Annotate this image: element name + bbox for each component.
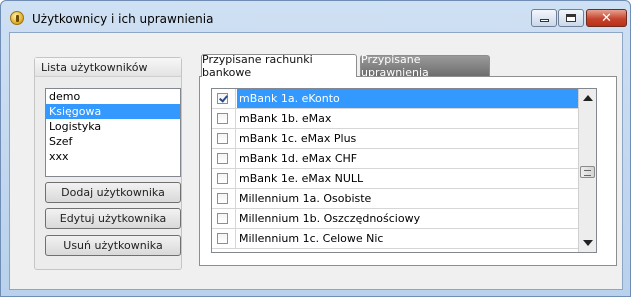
table-row[interactable]: mBank 1d. eMax CHF — [212, 149, 596, 169]
edit-user-button[interactable]: Edytuj użytkownika — [45, 208, 181, 229]
minimize-button[interactable] — [531, 9, 557, 27]
account-checkbox[interactable] — [217, 233, 228, 244]
account-checkbox[interactable] — [217, 193, 228, 204]
account-name: mBank 1d. eMax CHF — [239, 152, 358, 165]
checkbox-cell — [212, 129, 236, 148]
users-group-header: Lista użytkowników — [35, 58, 181, 77]
table-row[interactable]: mBank 1b. eMax — [212, 109, 596, 129]
user-list-item[interactable]: demo — [46, 89, 180, 104]
user-list-item[interactable]: Szef — [46, 134, 180, 149]
account-name: Millennium 1b. Oszczędnościowy — [239, 212, 421, 225]
account-checkbox[interactable] — [217, 173, 228, 184]
minimize-icon — [539, 19, 549, 22]
arrow-up-icon[interactable] — [583, 95, 593, 101]
account-checkbox[interactable] — [217, 133, 228, 144]
account-name: Millennium 1a. Osobiste — [239, 192, 372, 205]
arrow-down-icon[interactable] — [583, 240, 593, 246]
close-button[interactable]: ✕ — [586, 9, 627, 27]
checkbox-cell — [212, 89, 236, 108]
users-listbox[interactable]: demo Księgowa Logistyka Szef xxx — [45, 88, 181, 177]
delete-user-button[interactable]: Usuń użytkownika — [45, 235, 181, 256]
add-user-button[interactable]: Dodaj użytkownika — [45, 182, 181, 203]
table-row[interactable]: Millennium 1a. Osobiste — [212, 189, 596, 209]
window-title: Użytkownicy i ich uprawnienia — [32, 12, 214, 26]
table-row[interactable]: mBank 1e. eMax NULL — [212, 169, 596, 189]
checkbox-cell — [212, 109, 236, 128]
vertical-scrollbar[interactable] — [578, 89, 596, 252]
users-group-title: Lista użytkowników — [41, 61, 148, 74]
client-area: Lista użytkowników demo Księgowa Logistyka… — [9, 32, 623, 290]
account-checkbox[interactable] — [217, 93, 228, 104]
table-row[interactable]: mBank 1c. eMax Plus — [212, 129, 596, 149]
account-name: mBank 1e. eMax NULL — [239, 172, 364, 185]
tab-panel-bank-accounts: mBank 1a. eKonto mBank 1b. eMax mBank 1c. … — [199, 76, 617, 266]
table-row[interactable]: mBank 1a. eKonto — [212, 89, 596, 109]
accounts-grid: mBank 1a. eKonto mBank 1b. eMax mBank 1c. … — [211, 88, 597, 253]
users-group: Lista użytkowników demo Księgowa Logistyka… — [34, 57, 182, 270]
checkbox-cell — [212, 229, 236, 248]
checkbox-cell — [212, 209, 236, 228]
account-name: mBank 1b. eMax — [239, 112, 332, 125]
table-row[interactable]: Millennium 1b. Oszczędnościowy — [212, 209, 596, 229]
table-row[interactable]: Millennium 1c. Celowe Nic — [212, 229, 596, 249]
title-bar[interactable]: Użytkownicy i ich uprawnienia ✕ — [1, 1, 630, 31]
maximize-icon — [566, 14, 576, 22]
app-window: Użytkownicy i ich uprawnienia ✕ Lista uż… — [0, 0, 631, 297]
account-name: mBank 1a. eKonto — [239, 92, 340, 105]
tab-assigned-bank-accounts[interactable]: Przypisane rachunki bankowe — [201, 53, 357, 79]
user-list-item[interactable]: Księgowa — [46, 104, 180, 119]
user-list-item[interactable]: Logistyka — [46, 119, 180, 134]
coin-icon — [10, 11, 24, 25]
account-name: Millennium 1c. Celowe Nic — [239, 232, 384, 245]
maximize-button[interactable] — [558, 9, 584, 27]
tab-assigned-permissions[interactable]: Przypisane uprawnienia — [360, 53, 490, 79]
checkbox-cell — [212, 169, 236, 188]
account-name: mBank 1c. eMax Plus — [239, 132, 357, 145]
checkbox-cell — [212, 149, 236, 168]
close-icon: ✕ — [601, 10, 612, 26]
scrollbar-thumb[interactable] — [580, 166, 595, 178]
account-checkbox[interactable] — [217, 213, 228, 224]
checkbox-cell — [212, 189, 236, 208]
user-list-item[interactable]: xxx — [46, 149, 180, 164]
account-checkbox[interactable] — [217, 113, 228, 124]
account-checkbox[interactable] — [217, 153, 228, 164]
